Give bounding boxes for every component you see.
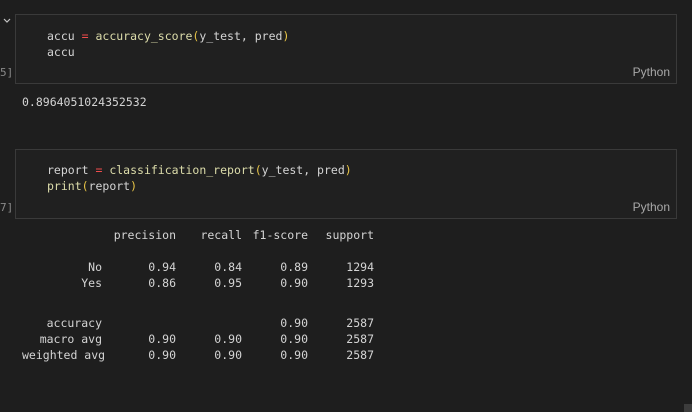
report-header-cell: precision bbox=[113, 228, 176, 242]
report-row: Yes 0.86 0.95 0.90 1293 bbox=[22, 276, 442, 292]
execution-count: 5] bbox=[0, 66, 14, 79]
report-row: macro avg 0.90 0.90 0.90 2587 bbox=[22, 332, 442, 348]
report-header-cell: recall bbox=[200, 228, 242, 242]
report-cell: 2587 bbox=[346, 332, 374, 346]
report-header-cell: f1-score bbox=[252, 228, 308, 242]
report-cell: 1293 bbox=[346, 276, 374, 290]
report-cell: 0.90 bbox=[148, 332, 176, 346]
report-row: weighted avg 0.90 0.90 0.90 2587 bbox=[22, 348, 442, 364]
report-cell: 0.86 bbox=[148, 276, 176, 290]
report-cell: 1294 bbox=[346, 260, 374, 274]
code-cell[interactable]: accu = accuracy_score(y_test, pred) accu … bbox=[15, 14, 677, 84]
report-cell: 0.90 bbox=[280, 348, 308, 362]
chevron-down-icon[interactable] bbox=[2, 16, 12, 26]
report-row bbox=[22, 300, 442, 316]
report-cell: 0.89 bbox=[280, 260, 308, 274]
resize-corner bbox=[684, 404, 692, 412]
report-cell: 0.90 bbox=[148, 348, 176, 362]
code-token: y_test, pred bbox=[261, 163, 345, 177]
report-row: No 0.94 0.84 0.89 1294 bbox=[22, 260, 442, 276]
report-header-cell: support bbox=[325, 228, 374, 242]
report-cell: 0.90 bbox=[214, 332, 242, 346]
code-line: accu = accuracy_score(y_test, pred) bbox=[47, 28, 289, 44]
code-token: ) bbox=[344, 163, 352, 177]
code-token: ) bbox=[130, 179, 138, 193]
report-cell: weighted avg bbox=[22, 348, 106, 362]
report-cell: 0.90 bbox=[280, 332, 308, 346]
code-token: ( bbox=[81, 179, 89, 193]
code-editor[interactable]: report = classification_report(y_test, p… bbox=[47, 162, 352, 194]
code-token: print bbox=[47, 179, 82, 193]
report-cell: 0.90 bbox=[214, 348, 242, 362]
code-token: accu bbox=[47, 45, 75, 59]
code-token: y_test, pred bbox=[199, 29, 283, 43]
code-token: classification_report bbox=[109, 163, 255, 177]
cell-output: 0.8964051024352532 bbox=[22, 95, 147, 109]
report-header-row: precision recall f1-score support bbox=[22, 228, 442, 244]
code-token: ) bbox=[282, 29, 290, 43]
code-token: accu bbox=[47, 29, 75, 43]
report-cell: accuracy bbox=[46, 316, 102, 330]
report-cell: 0.84 bbox=[214, 260, 242, 274]
report-row: accuracy 0.90 2587 bbox=[22, 316, 442, 332]
report-cell: No bbox=[88, 260, 102, 274]
execution-count: 7] bbox=[0, 201, 14, 214]
report-cell: 0.95 bbox=[214, 276, 242, 290]
code-editor[interactable]: accu = accuracy_score(y_test, pred) accu bbox=[47, 28, 289, 60]
code-line: print(report) bbox=[47, 178, 352, 194]
code-line: report = classification_report(y_test, p… bbox=[47, 162, 352, 178]
language-label[interactable]: Python bbox=[633, 65, 670, 79]
code-token: = bbox=[74, 29, 96, 43]
report-cell: 2587 bbox=[346, 348, 374, 362]
report-cell: 0.90 bbox=[280, 276, 308, 290]
code-token: accuracy_score bbox=[95, 29, 193, 43]
language-label[interactable]: Python bbox=[633, 200, 670, 214]
report-cell: 0.94 bbox=[148, 260, 176, 274]
report-cell: macro avg bbox=[39, 332, 102, 346]
report-cell: Yes bbox=[81, 276, 102, 290]
code-token: report bbox=[47, 163, 89, 177]
report-cell: 2587 bbox=[346, 316, 374, 330]
code-token: report bbox=[88, 179, 131, 193]
code-token: = bbox=[88, 163, 110, 177]
code-line: accu bbox=[47, 44, 289, 60]
report-cell: 0.90 bbox=[280, 316, 308, 330]
code-cell[interactable]: report = classification_report(y_test, p… bbox=[15, 149, 677, 219]
code-token: ( bbox=[254, 163, 262, 177]
